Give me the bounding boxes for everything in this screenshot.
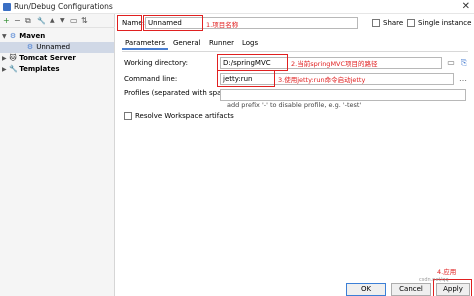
tree-item-label: Unnamed	[36, 43, 71, 51]
configurations-sidebar: + − ⧉ 🔧 ▲ ▼ ▭ ⇅ ▼ ⚙ Maven ⚙ Unnamed ▶ 🐱 To…	[0, 14, 115, 296]
resolve-workspace-label: Resolve Workspace artifacts	[135, 112, 234, 120]
expand-arrow-icon[interactable]: ▶	[2, 53, 9, 64]
maven-gear-icon: ⚙	[9, 32, 17, 40]
tab-runner[interactable]: Runner	[206, 37, 237, 50]
tree-item-label: Tomcat Server	[19, 54, 76, 62]
watermark: csdn.net/qq	[419, 277, 449, 283]
tree-item-tomcat[interactable]: ▶ 🐱 Tomcat Server	[2, 53, 114, 64]
resolve-workspace-checkbox[interactable]	[124, 112, 132, 120]
sort-icon[interactable]: ⇅	[81, 16, 88, 26]
annotation-working-directory: 2.当前springMVC项目的路径	[291, 60, 378, 68]
working-directory-label: Working directory:	[124, 59, 188, 67]
tree-item-maven[interactable]: ▼ ⚙ Maven	[2, 31, 114, 42]
folder-icon[interactable]: ▭	[445, 57, 457, 69]
select-module-icon[interactable]: ⎘	[458, 57, 470, 69]
annotation-box-name-field	[143, 15, 203, 31]
annotation-name: 1.项目名称	[206, 21, 239, 29]
config-gear-icon: ⚙	[26, 43, 34, 51]
folder-icon[interactable]: ▭	[70, 16, 78, 26]
wrench-icon: 🔧	[9, 65, 18, 73]
window-title-bar: Run/Debug Configurations ✕	[0, 0, 474, 14]
wrench-icon[interactable]: 🔧	[37, 16, 46, 26]
annotation-command-line: 3.使用jetty:run命令启动jetty	[278, 76, 366, 84]
profiles-label: Profiles (separated with space):	[124, 89, 235, 97]
annotation-apply: 4.应用	[437, 268, 457, 276]
single-instance-checkbox[interactable]	[407, 19, 415, 27]
cancel-button[interactable]: Cancel	[391, 283, 431, 296]
tree-item-label: Templates	[19, 65, 60, 73]
tab-parameters[interactable]: Parameters	[122, 37, 169, 50]
expand-arrow-icon[interactable]: ▶	[2, 64, 9, 75]
copy-icon[interactable]: ⧉	[25, 16, 31, 26]
app-icon	[3, 3, 11, 11]
add-icon[interactable]: +	[3, 16, 10, 26]
tree-item-label: Maven	[19, 32, 46, 40]
remove-icon[interactable]: −	[14, 16, 21, 26]
move-down-icon[interactable]: ▼	[60, 16, 65, 26]
expand-arrow-icon[interactable]: ▼	[2, 31, 9, 42]
tomcat-icon: 🐱	[9, 54, 17, 62]
annotation-box-command-line	[217, 70, 275, 87]
move-up-icon[interactable]: ▲	[50, 16, 55, 26]
command-line-label: Command line:	[124, 75, 178, 83]
tab-general[interactable]: General	[170, 37, 204, 50]
tab-divider	[122, 51, 468, 52]
tree-item-unnamed[interactable]: ⚙ Unnamed	[0, 42, 114, 53]
tree-item-templates[interactable]: ▶ 🔧 Templates	[2, 64, 114, 75]
close-icon[interactable]: ✕	[462, 1, 470, 12]
sidebar-toolbar: + − ⧉ 🔧 ▲ ▼ ▭ ⇅	[0, 14, 115, 28]
share-label: Share	[383, 19, 404, 27]
tab-logs[interactable]: Logs	[239, 37, 261, 50]
profiles-hint: add prefix '-' to disable profile, e.g. …	[227, 101, 362, 109]
profiles-field[interactable]	[220, 89, 466, 101]
configuration-editor: Name: Unnamed 1.项目名称 Share Single instan…	[116, 14, 474, 296]
share-checkbox[interactable]	[372, 19, 380, 27]
single-instance-label: Single instance only	[418, 19, 474, 27]
annotation-box-working-directory	[217, 54, 288, 71]
window-title: Run/Debug Configurations	[14, 2, 113, 11]
annotation-box-name-label	[117, 15, 142, 31]
expand-icon[interactable]: …	[457, 73, 469, 85]
ok-button[interactable]: OK	[346, 283, 386, 296]
